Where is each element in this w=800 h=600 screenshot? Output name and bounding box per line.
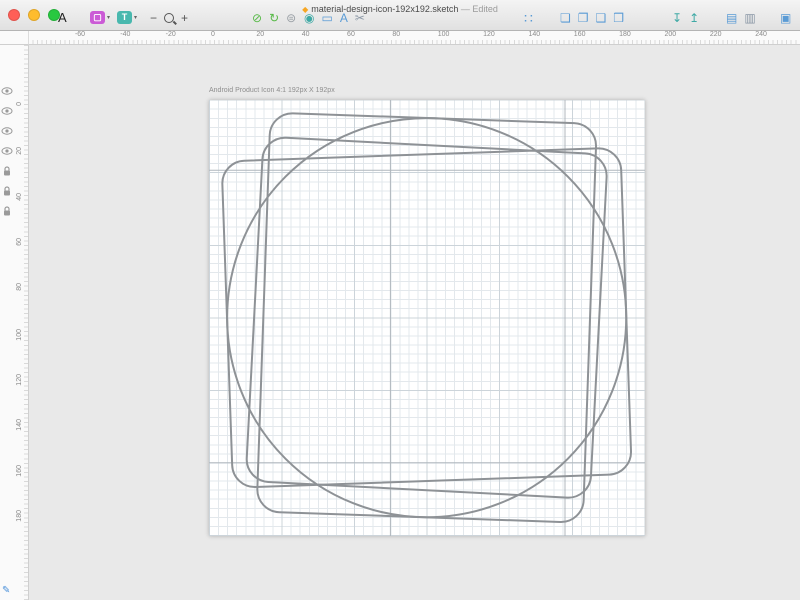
circle-keyline[interactable] [227, 118, 626, 517]
insert-text-icon[interactable]: T▾ [117, 11, 137, 24]
toolbar-group: ◉ ▭ A ✂ [304, 11, 365, 25]
ruler-label: 80 [392, 31, 400, 38]
ruler-corner [0, 30, 29, 45]
ruler-label: 80 [16, 283, 23, 291]
toolbar-group: ⊘ ↻ ⊜ [252, 11, 296, 25]
ruler-label: 140 [16, 419, 23, 431]
ruler-label: 160 [574, 31, 586, 38]
square-keyline[interactable] [246, 137, 608, 499]
canvas[interactable]: Android Product Icon 4:1 192px X 192px [28, 44, 800, 600]
globe-icon[interactable]: ◉ [304, 11, 314, 25]
close-button[interactable] [8, 9, 20, 21]
artboard[interactable] [209, 100, 645, 536]
ruler-label: 20 [16, 147, 23, 155]
ruler-label: 120 [483, 31, 495, 38]
settings-icon[interactable]: ▣ [780, 11, 791, 25]
ruler-label: 200 [665, 31, 677, 38]
grid-view-icon[interactable]: ∷ [524, 11, 533, 25]
lock-toggle-icon[interactable] [1, 204, 13, 216]
ruler-label: 180 [619, 31, 631, 38]
traffic-lights [8, 9, 60, 21]
shape-tool-icon[interactable]: ▭ [321, 11, 332, 25]
keyline-shapes-layer [209, 100, 645, 536]
magnifier-icon[interactable] [164, 13, 174, 23]
toolbar-group: ∷ [524, 11, 533, 25]
ruler-label: -40 [120, 31, 130, 38]
window-toolbar: ◆material-design-icon-192x192.sketch — E… [0, 0, 800, 31]
edited-badge: — Edited [461, 4, 498, 14]
ruler-label: 20 [256, 31, 264, 38]
ruler-label: -60 [75, 31, 85, 38]
import-icon[interactable]: ↧ [672, 11, 682, 25]
ruler-label: 220 [710, 31, 722, 38]
eye-toggle-icon[interactable] [1, 84, 13, 96]
portrait-keyline[interactable] [257, 113, 597, 523]
share-icon[interactable]: ▤ [726, 11, 737, 25]
toolbar-group: ▤▥ [726, 11, 756, 25]
toolbar-group: ↧↥ [672, 11, 699, 25]
eye-toggle-icon[interactable] [1, 124, 13, 136]
lock-toggle-icon[interactable] [1, 184, 13, 196]
ruler-label: 0 [16, 102, 23, 106]
text-tool-icon[interactable]: A [340, 11, 348, 25]
bring-forward-icon[interactable]: ❏ [560, 11, 571, 25]
ruler-label: -20 [166, 31, 176, 38]
ruler-label: 60 [347, 31, 355, 38]
edit-pencil-icon[interactable]: ✎ [2, 585, 10, 596]
ruler-label: 0 [211, 31, 215, 38]
layout-icon[interactable]: ▥ [744, 11, 755, 25]
toolbar-group: ▢▾ T▾ [90, 11, 137, 24]
landscape-keyline[interactable] [222, 148, 632, 488]
flip-icon[interactable]: ⊘ [252, 11, 262, 25]
insert-shape-icon[interactable]: ▢▾ [90, 11, 110, 24]
send-backward-icon[interactable]: ❐ [578, 11, 589, 25]
ruler-label: 140 [528, 31, 540, 38]
ungroup-icon[interactable]: ❒ [613, 11, 624, 25]
chevron-down-icon: ▾ [134, 14, 137, 21]
lock-toggle-icon[interactable] [1, 164, 13, 176]
toolbar-group: −+ [150, 11, 188, 25]
toolbar-group: A [58, 11, 67, 25]
chevron-down-icon: ▾ [107, 14, 110, 21]
ruler-label: 240 [755, 31, 767, 38]
eye-toggle-icon[interactable] [1, 104, 13, 116]
ruler-label: 40 [16, 193, 23, 201]
ruler-label: 160 [16, 465, 23, 477]
ruler-label: 120 [16, 374, 23, 386]
ruler-label: 40 [302, 31, 310, 38]
eye-toggle-icon[interactable] [1, 144, 13, 156]
vertical-ruler[interactable]: 0 20 40 60 80 100 120 140 160 180 [14, 44, 29, 600]
attach-icon[interactable]: ⊜ [286, 11, 296, 25]
artboard-title[interactable]: Android Product Icon 4:1 192px X 192px [209, 87, 335, 94]
zoom-in-icon[interactable]: + [181, 11, 188, 25]
artboard-tool-icon[interactable]: A [58, 11, 67, 25]
toolbar-group: ▣ [780, 11, 791, 25]
ruler-label: 60 [16, 238, 23, 246]
layer-toggle-strip: ✎ [0, 44, 15, 600]
minimize-button[interactable] [28, 9, 40, 21]
toolbar-group: ❏ ❐ ❑ ❒ [560, 11, 624, 25]
group-icon[interactable]: ❑ [596, 11, 607, 25]
horizontal-ruler[interactable]: -60 -40 -20 0 20 40 60 80 100 120 140 160 180 200 220 2… [28, 30, 800, 45]
ruler-label: 100 [16, 329, 23, 341]
scissors-icon[interactable]: ✂ [355, 11, 365, 25]
export-icon[interactable]: ↥ [689, 11, 699, 25]
rotate-icon[interactable]: ↻ [269, 11, 279, 25]
ruler-label: 180 [16, 510, 23, 522]
ruler-label: 100 [438, 31, 450, 38]
zoom-out-icon[interactable]: − [150, 11, 157, 25]
